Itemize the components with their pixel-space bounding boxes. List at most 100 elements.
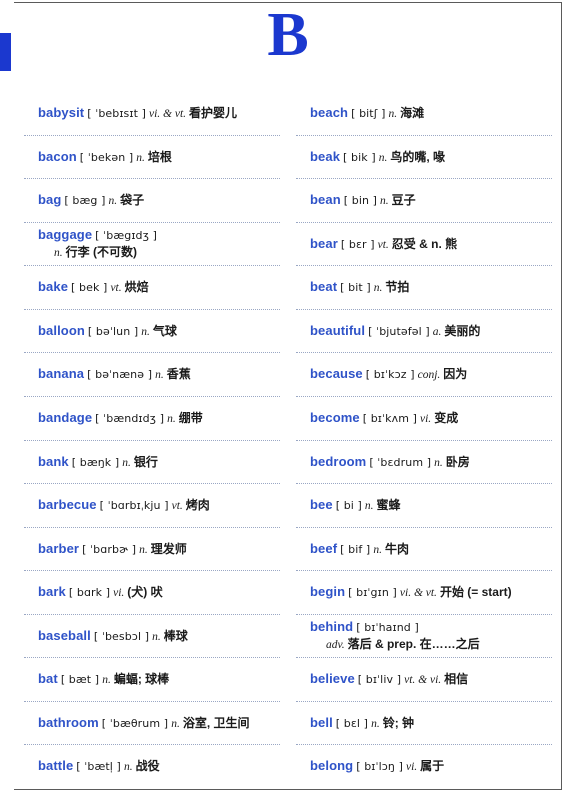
entry-headline: bean[ bin ] n. 豆子 [310, 191, 550, 210]
entry-headword: baggage [38, 227, 93, 243]
entry-headword: baseball [38, 627, 91, 643]
entry-headline: bathroom[ ˈbæθrum ] n. 浴室, 卫生间 [38, 714, 278, 733]
dictionary-entry[interactable]: babysit[ ˈbebɪsɪt ] vi. & vt. 看护婴儿 [24, 92, 280, 136]
entry-headline: bee[ bi ] n. 蜜蜂 [310, 496, 550, 515]
entry-phonetic: [ bæŋk ] [71, 455, 120, 469]
entry-definition: 棒球 [163, 628, 188, 643]
dictionary-entry[interactable]: beautiful[ ˈbjutəfəl ] a. 美丽的 [296, 310, 552, 354]
entry-part-of-speech: n. [434, 456, 443, 469]
entry-phonetic: [ ˈbɛdrum ] [369, 455, 432, 469]
entry-definition: 烘焙 [124, 280, 149, 295]
dictionary-entry[interactable]: bee[ bi ] n. 蜜蜂 [296, 484, 552, 528]
entry-headline: bag[ bæg ] n. 袋子 [38, 191, 278, 210]
entry-phonetic: [ bɪˈhaɪnd ] [356, 621, 419, 635]
dictionary-entry[interactable]: bag[ bæg ] n. 袋子 [24, 179, 280, 223]
entry-phonetic: [ bin ] [343, 194, 378, 208]
entry-headline: bell[ bɛl ] n. 铃; 钟 [310, 714, 550, 733]
entry-headline: bedroom[ ˈbɛdrum ] n. 卧房 [310, 453, 550, 472]
entry-definition-line: adv. 落后 & prep. 在……之后 [310, 636, 550, 654]
entry-definition: 开始 (= start) [439, 585, 512, 600]
entry-part-of-speech: vi. [420, 412, 432, 425]
entry-definition: (犬) 吠 [127, 585, 163, 600]
dictionary-entry[interactable]: believe[ bɪˈliv ] vt. & vi. 相信 [296, 658, 552, 702]
dictionary-entry[interactable]: bacon[ ˈbekən ] n. 培根 [24, 136, 280, 180]
dictionary-entry[interactable]: because[ bɪˈkɔz ] conj. 因为 [296, 353, 552, 397]
entry-headline: banana[ bəˈnænə ] n. 香蕉 [38, 365, 278, 384]
dictionary-entry[interactable]: battle[ ˈbætl̩ ] n. 战役 [24, 745, 280, 788]
entry-phonetic: [ ˈbætl̩ ] [76, 760, 121, 774]
entry-headline: beach[ bitʃ ] n. 海滩 [310, 104, 550, 123]
dictionary-entry[interactable]: bell[ bɛl ] n. 铃; 钟 [296, 702, 552, 746]
dictionary-entry[interactable]: baggage[ ˈbægɪdʒ ] n. 行李 (不可数) [24, 223, 280, 267]
dictionary-entry[interactable]: banana[ bəˈnænə ] n. 香蕉 [24, 353, 280, 397]
entry-headword: barber [38, 540, 80, 556]
entry-headline: bark[ bɑrk ] vi. (犬) 吠 [38, 583, 278, 602]
entry-headword: bell [310, 714, 333, 730]
dictionary-entry[interactable]: become[ bɪˈkʌm ] vi. 变成 [296, 397, 552, 441]
entry-part-of-speech: vt. [171, 500, 183, 513]
dictionary-entry[interactable]: bathroom[ ˈbæθrum ] n. 浴室, 卫生间 [24, 702, 280, 746]
entry-headline: beat[ bit ] n. 节拍 [310, 278, 550, 297]
entry-phonetic: [ bæt ] [60, 673, 100, 687]
entry-headline: baseball[ ˈbesbɔl ] n. 棒球 [38, 627, 278, 646]
dictionary-entry[interactable]: bedroom[ ˈbɛdrum ] n. 卧房 [296, 441, 552, 485]
dictionary-entry[interactable]: bear[ bɛr ] vt. 忍受 & n. 熊 [296, 223, 552, 267]
entry-headline: balloon[ bəˈlun ] n. 气球 [38, 322, 278, 341]
dictionary-entry[interactable]: bat[ bæt ] n. 蝙蝠; 球棒 [24, 658, 280, 702]
entry-headline: battle[ ˈbætl̩ ] n. 战役 [38, 757, 278, 776]
entry-phonetic: [ ˈbægɪdʒ ] [95, 229, 158, 243]
entry-headword: bacon [38, 148, 77, 164]
entry-headline: beef[ bif ] n. 牛肉 [310, 540, 550, 559]
entry-definition: 蜜蜂 [376, 498, 401, 513]
dictionary-entry[interactable]: behind[ bɪˈhaɪnd ] adv. 落后 & prep. 在……之后 [296, 615, 552, 659]
dictionary-entry[interactable]: bark[ bɑrk ] vi. (犬) 吠 [24, 571, 280, 615]
entry-definition: 鸟的嘴, 喙 [390, 149, 446, 164]
entry-headword: bedroom [310, 453, 367, 469]
entry-definition: 节拍 [385, 280, 410, 295]
dictionary-entry[interactable]: bean[ bin ] n. 豆子 [296, 179, 552, 223]
entry-headword: banana [38, 366, 85, 382]
dictionary-entry[interactable]: bank[ bæŋk ] n. 银行 [24, 441, 280, 485]
entry-part-of-speech: n. [108, 195, 118, 208]
entry-headline: behind[ bɪˈhaɪnd ] [310, 618, 550, 636]
entry-headword: battle [38, 758, 74, 774]
entry-headword: barbecue [38, 497, 97, 513]
entry-headword: become [310, 409, 360, 425]
dictionary-entry[interactable]: beak[ bik ] n. 鸟的嘴, 喙 [296, 136, 552, 180]
dictionary-entry[interactable]: belong[ bɪˈlɔŋ ] vi. 属于 [296, 745, 552, 788]
entry-part-of-speech: n. [380, 195, 389, 208]
entry-headline: bear[ bɛr ] vt. 忍受 & n. 熊 [310, 235, 550, 254]
entry-part-of-speech: vt. [110, 282, 122, 295]
entry-headword: balloon [38, 322, 85, 338]
entry-headword: believe [310, 671, 355, 687]
entry-headline: begin[ bɪˈgɪn ] vi. & vt. 开始 (= start) [310, 583, 550, 602]
dictionary-entry[interactable]: beat[ bit ] n. 节拍 [296, 266, 552, 310]
dictionary-entry[interactable]: barbecue[ ˈbɑrbɪˌkju ] vt. 烤肉 [24, 484, 280, 528]
entry-headword: bean [310, 192, 341, 208]
entry-part-of-speech: n. [123, 761, 133, 774]
entry-part-of-speech: adv. [326, 639, 345, 652]
entry-headline: bandage[ ˈbændɪdʒ ] n. 绷带 [38, 409, 278, 428]
entry-phonetic: [ bɪˈkɔz ] [365, 368, 415, 382]
dictionary-entry[interactable]: balloon[ bəˈlun ] n. 气球 [24, 310, 280, 354]
entry-phonetic: [ bɛr ] [340, 237, 375, 251]
entry-headword: bandage [38, 409, 93, 425]
entry-part-of-speech: n. [102, 674, 111, 687]
dictionary-entry[interactable]: baseball[ ˈbesbɔl ] n. 棒球 [24, 615, 280, 659]
dictionary-entry[interactable]: bake[ bek ] vt. 烘焙 [24, 266, 280, 310]
entry-part-of-speech: n. [373, 543, 382, 556]
dictionary-entry[interactable]: bandage[ ˈbændɪdʒ ] n. 绷带 [24, 397, 280, 441]
entry-headline: babysit[ ˈbebɪsɪt ] vi. & vt. 看护婴儿 [38, 104, 278, 123]
dictionary-entry[interactable]: barber[ ˈbɑrbɚ ] n. 理发师 [24, 528, 280, 572]
dictionary-entry[interactable]: begin[ bɪˈgɪn ] vi. & vt. 开始 (= start) [296, 571, 552, 615]
entry-definition: 因为 [443, 367, 468, 382]
dictionary-entry[interactable]: beach[ bitʃ ] n. 海滩 [296, 92, 552, 136]
entry-headword: because [310, 366, 363, 382]
entry-part-of-speech: n. [155, 369, 164, 382]
entry-part-of-speech: vi. [113, 587, 125, 600]
section-letter-heading: B [267, 1, 309, 69]
entry-headword: beat [310, 279, 338, 295]
entry-phonetic: [ ˈbesbɔl ] [93, 629, 150, 643]
dictionary-entry[interactable]: beef[ bif ] n. 牛肉 [296, 528, 552, 572]
entry-headword: behind [310, 619, 354, 635]
